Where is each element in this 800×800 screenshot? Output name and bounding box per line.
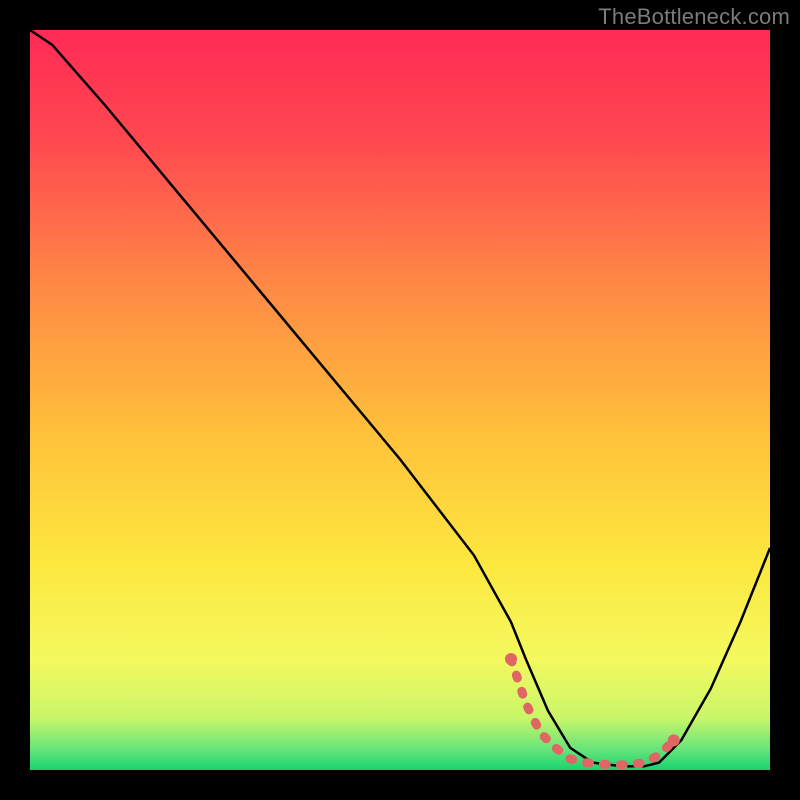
bottleneck-chart bbox=[0, 0, 800, 800]
watermark-text: TheBottleneck.com bbox=[598, 4, 790, 30]
chart-container: TheBottleneck.com bbox=[0, 0, 800, 800]
plot-background bbox=[30, 30, 770, 770]
